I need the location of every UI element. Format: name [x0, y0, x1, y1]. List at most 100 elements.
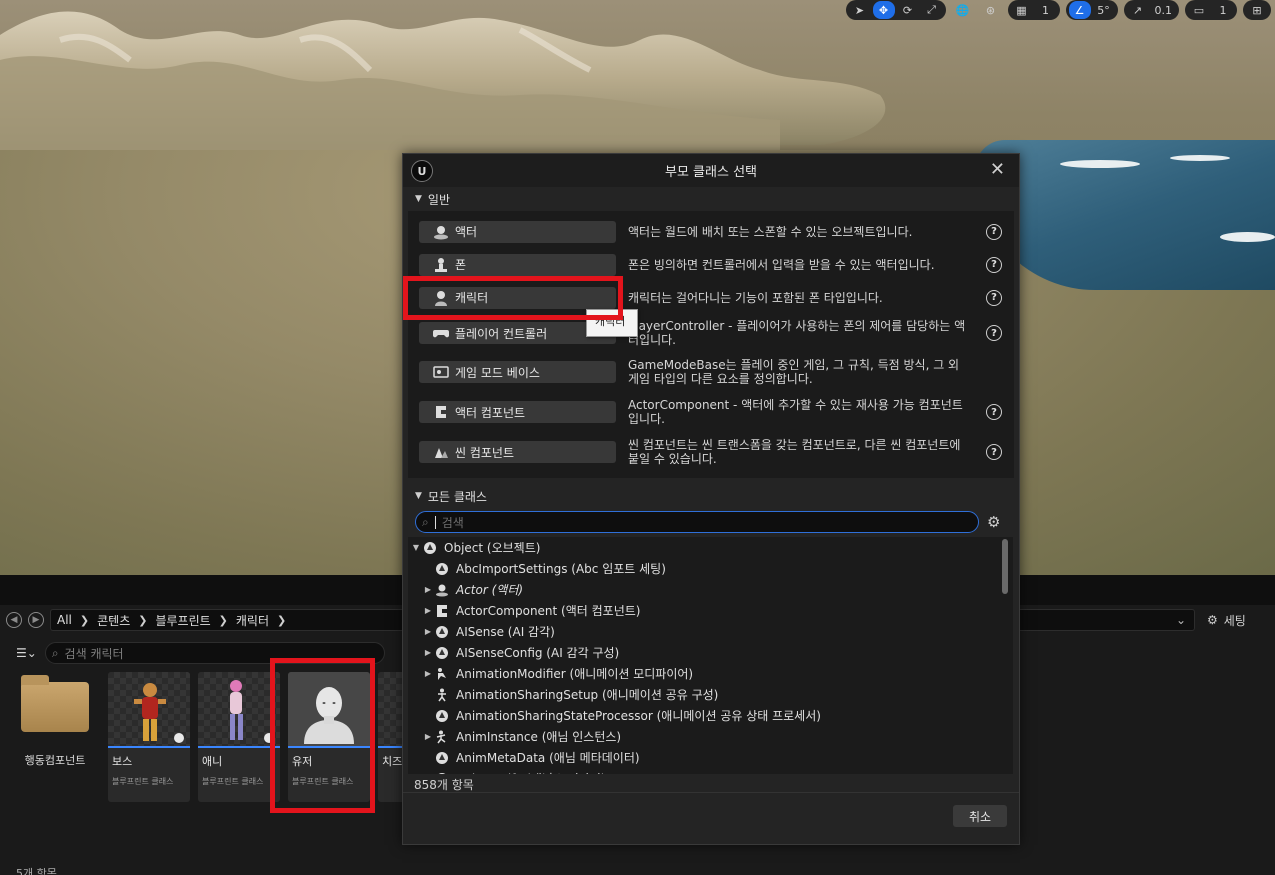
expand-right-icon[interactable]: ▶: [422, 627, 434, 636]
translate-icon[interactable]: ✥: [872, 1, 895, 19]
pawn-icon: [433, 257, 449, 273]
class-button-pawn[interactable]: 폰: [419, 253, 616, 276]
class-button-actor[interactable]: 액터: [419, 220, 616, 243]
expand-right-icon[interactable]: ▶: [422, 585, 434, 594]
object-icon: [434, 624, 450, 640]
foam: [1220, 232, 1275, 242]
surface-snap-icon[interactable]: ⊛: [980, 1, 1002, 19]
cancel-button[interactable]: 취소: [953, 805, 1007, 827]
asset-search-placeholder: 검색 캐릭터: [64, 646, 124, 661]
common-class-row: 게임 모드 베이스 GameModeBase는 플레이 중인 게임, 그 규칙,…: [408, 352, 1014, 392]
class-description: 폰은 빙의하면 컨트롤러에서 입력을 받을 수 있는 액터입니다.: [628, 257, 935, 272]
tree-row[interactable]: AbcImportSettings (Abc 임포트 세팅): [408, 558, 1013, 579]
tree-row[interactable]: ▶AnimNotify (애님 노티파이): [408, 768, 1013, 774]
tree-row-label: AbcImportSettings (Abc 임포트 세팅): [456, 562, 666, 576]
common-classes-header[interactable]: ▼ 일반: [403, 187, 1019, 211]
asset-tile-boss[interactable]: 보스 블루프린트 클래스: [108, 672, 190, 802]
class-search-row: ⌕ 검색 ⚙: [403, 511, 1019, 533]
scale-snap-icon[interactable]: ↗: [1127, 1, 1149, 19]
asset-name: 애니: [202, 755, 223, 768]
class-tree: ▼ Object (오브젝트) AbcImportSettings (Abc 임포트…: [408, 537, 1013, 774]
expand-right-icon[interactable]: ▶: [422, 648, 434, 657]
class-button-actor-component[interactable]: 액터 컴포넌트: [419, 401, 616, 423]
tree-row[interactable]: ▶ AnimationModifier (애니메이션 모디파이어): [408, 663, 1013, 684]
folder-label: 행동컴포넌트: [24, 754, 86, 767]
rotation-snap-value[interactable]: 5°: [1093, 1, 1115, 19]
class-button-label: 플레이어 컨트롤러: [455, 326, 548, 341]
close-icon[interactable]: ✕: [990, 159, 1005, 180]
grid-snap-value[interactable]: 1: [1035, 1, 1057, 19]
grid-snap-group: ▦ 1: [1007, 0, 1060, 20]
breadcrumb-content[interactable]: 콘텐츠: [97, 612, 130, 629]
rotate-icon[interactable]: ⟳: [897, 1, 919, 19]
folder-tile[interactable]: 행동컴포넌트: [10, 672, 100, 802]
tree-row[interactable]: ▶ ActorComponent (액터 컴포넌트): [408, 600, 1013, 621]
tree-row[interactable]: AnimMetaData (애님 메타데이터): [408, 747, 1013, 768]
filter-icon[interactable]: ☰⌄: [16, 646, 37, 660]
help-icon[interactable]: ?: [986, 404, 1002, 420]
camera-speed-group: ▭ 1: [1185, 0, 1237, 20]
class-button-game-mode-base[interactable]: 게임 모드 베이스: [419, 361, 616, 383]
breadcrumb-character[interactable]: 캐릭터: [236, 612, 269, 629]
help-icon[interactable]: ?: [986, 289, 1002, 306]
scrollbar[interactable]: [1002, 539, 1008, 594]
tree-row[interactable]: ▶ AISense (AI 감각): [408, 621, 1013, 642]
asset-tile-ani[interactable]: 애니 블루프린트 클래스: [198, 672, 280, 802]
chevron-right-icon[interactable]: ❯: [80, 614, 89, 627]
object-icon: [434, 561, 450, 577]
expand-right-icon[interactable]: ▶: [422, 606, 434, 615]
tree-row[interactable]: AnimationSharingStateProcessor (애니메이션 공유…: [408, 705, 1013, 726]
scale-icon[interactable]: ⤢: [921, 1, 943, 19]
class-search-placeholder: 검색: [441, 515, 464, 530]
tree-row[interactable]: ▼ Object (오브젝트): [408, 537, 1013, 558]
class-item-count: 858개 항목: [414, 778, 474, 792]
tree-row[interactable]: AnimationSharingSetup (애니메이션 공유 구성): [408, 684, 1013, 705]
all-classes-header[interactable]: ▼ 모든 클래스: [403, 484, 1019, 508]
help-icon[interactable]: ?: [986, 444, 1002, 460]
dialog-footer: 취소: [403, 792, 1019, 844]
expand-right-icon[interactable]: ▶: [422, 732, 434, 741]
grid-snap-icon[interactable]: ▦: [1011, 1, 1033, 19]
chevron-down-icon[interactable]: ⌄: [1176, 613, 1186, 627]
gear-icon[interactable]: ⚙: [987, 513, 1000, 531]
chevron-right-icon[interactable]: ❯: [138, 614, 147, 627]
tree-row-label: AnimInstance (애님 인스턴스): [456, 730, 622, 744]
viewport-layout-icon[interactable]: ⊞: [1246, 1, 1268, 19]
class-search-input[interactable]: ⌕ 검색: [415, 511, 979, 533]
class-button-label: 씬 컴포넌트: [455, 445, 515, 460]
highlight-box-user: [270, 658, 375, 813]
select-icon[interactable]: ➤: [849, 1, 871, 19]
back-icon[interactable]: ◀: [6, 612, 22, 628]
scale-snap-value[interactable]: 0.1: [1151, 1, 1177, 19]
camera-icon[interactable]: ▭: [1188, 1, 1210, 19]
tree-row-label: Object (오브젝트): [444, 541, 541, 555]
camera-speed-value[interactable]: 1: [1212, 1, 1234, 19]
chevron-right-icon[interactable]: ❯: [277, 614, 286, 627]
help-icon[interactable]: ?: [986, 256, 1002, 273]
tree-row-label: AnimationSharingSetup (애니메이션 공유 구성): [456, 688, 719, 702]
forward-icon[interactable]: ▶: [28, 612, 44, 628]
actor-icon: [433, 224, 449, 240]
tree-row[interactable]: ▶ AISenseConfig (AI 감각 구성): [408, 642, 1013, 663]
breadcrumb-all[interactable]: All: [57, 613, 72, 627]
chevron-right-icon[interactable]: ❯: [219, 614, 228, 627]
common-class-row: 액터 액터는 월드에 배치 또는 스폰할 수 있는 오브젝트입니다. ?: [408, 215, 1014, 248]
unreal-logo-icon: U: [411, 160, 433, 182]
help-icon[interactable]: ?: [986, 325, 1002, 341]
breadcrumb-blueprint[interactable]: 블루프린트: [155, 612, 210, 629]
character-thumbnail-icon: [134, 683, 184, 743]
scene-component-icon: [433, 444, 449, 460]
tree-row[interactable]: ▶ Actor (액터): [408, 579, 1013, 600]
class-button-scene-component[interactable]: 씬 컴포넌트: [419, 441, 616, 463]
expand-right-icon[interactable]: ▶: [422, 669, 434, 678]
rotation-snap-icon[interactable]: ∠: [1068, 1, 1091, 19]
item-count: 5개 항목: [16, 867, 57, 875]
world-local-icon[interactable]: 🌐: [952, 1, 974, 19]
tree-row-label: AnimMetaData (애님 메타데이터): [456, 751, 640, 765]
settings-button[interactable]: ⚙ 세팅: [1207, 612, 1246, 629]
tree-row[interactable]: ▶ AnimInstance (애님 인스턴스): [408, 726, 1013, 747]
foam: [1060, 160, 1140, 168]
help-icon[interactable]: ?: [986, 223, 1002, 240]
tree-row-label: AnimNotify (애님 노티파이): [456, 770, 606, 774]
expand-down-icon[interactable]: ▼: [410, 543, 422, 552]
